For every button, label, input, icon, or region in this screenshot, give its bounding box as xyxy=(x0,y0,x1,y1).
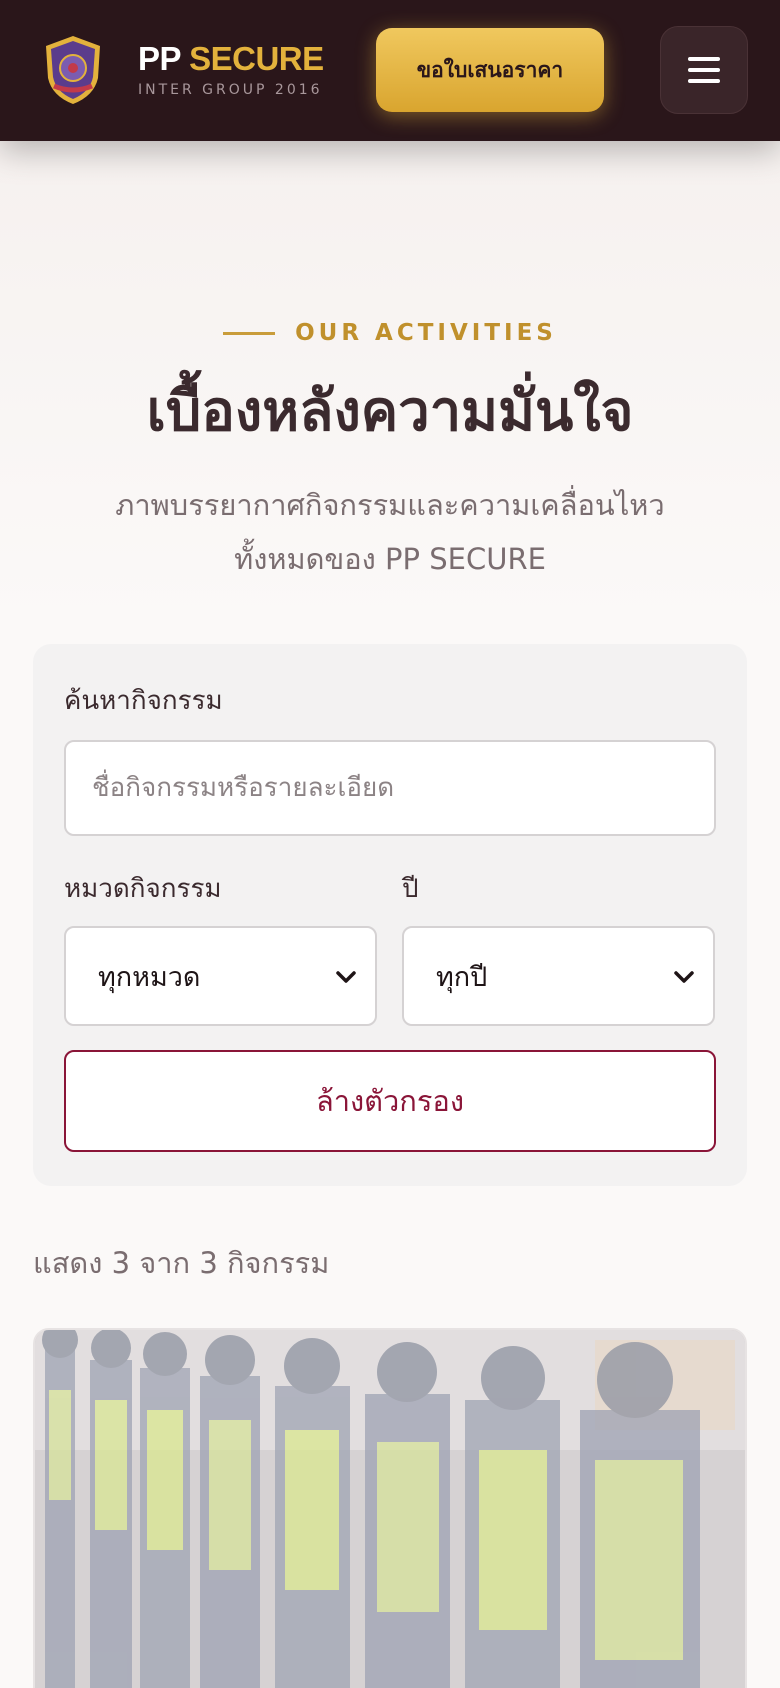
result-count: แสดง 3 จาก 3 กิจกรรม xyxy=(33,1246,330,1280)
security-guards-lineup-photo xyxy=(35,1330,745,1688)
section-eyebrow: OUR ACTIVITIES xyxy=(0,320,780,346)
brand-name[interactable]: PP SECURE xyxy=(138,40,324,78)
page-description: ภาพบรรยากาศกิจกรรมและความเคลื่อนไหว ทั้ง… xyxy=(60,478,720,586)
hamburger-menu-icon xyxy=(688,57,720,83)
year-selected-value: ทุกปี xyxy=(436,961,488,993)
search-label: ค้นหากิจกรรม xyxy=(64,686,223,716)
eyebrow-text: OUR ACTIVITIES xyxy=(295,320,557,346)
request-quote-button[interactable]: ขอใบเสนอราคา xyxy=(376,28,604,112)
site-header: PP SECURE INTER GROUP 2016 ขอใบเสนอราคา xyxy=(0,0,780,141)
search-input[interactable] xyxy=(64,740,716,836)
category-label: หมวดกิจกรรม xyxy=(64,874,222,904)
brand-secure: SECURE xyxy=(189,40,324,77)
page-title: เบื้องหลังความมั่นใจ xyxy=(146,379,634,444)
chevron-down-icon xyxy=(674,971,694,983)
shield-badge-icon[interactable] xyxy=(40,34,106,106)
category-selected-value: ทุกหมวด xyxy=(98,961,201,993)
year-label: ปี xyxy=(402,874,419,904)
description-line-2: ทั้งหมดของ PP SECURE xyxy=(234,542,546,576)
eyebrow-divider xyxy=(223,331,276,335)
description-line-1: ภาพบรรยากาศกิจกรรมและความเคลื่อนไหว xyxy=(115,488,665,522)
chevron-down-icon xyxy=(336,971,356,983)
menu-button[interactable] xyxy=(660,26,748,114)
clear-filters-button[interactable]: ล้างตัวกรอง xyxy=(64,1050,716,1152)
brand-pp: PP xyxy=(138,40,181,77)
year-select[interactable]: ทุกปี xyxy=(402,926,715,1026)
activity-card[interactable] xyxy=(33,1328,747,1688)
category-select[interactable]: ทุกหมวด xyxy=(64,926,377,1026)
brand-tagline: INTER GROUP 2016 xyxy=(138,82,323,98)
